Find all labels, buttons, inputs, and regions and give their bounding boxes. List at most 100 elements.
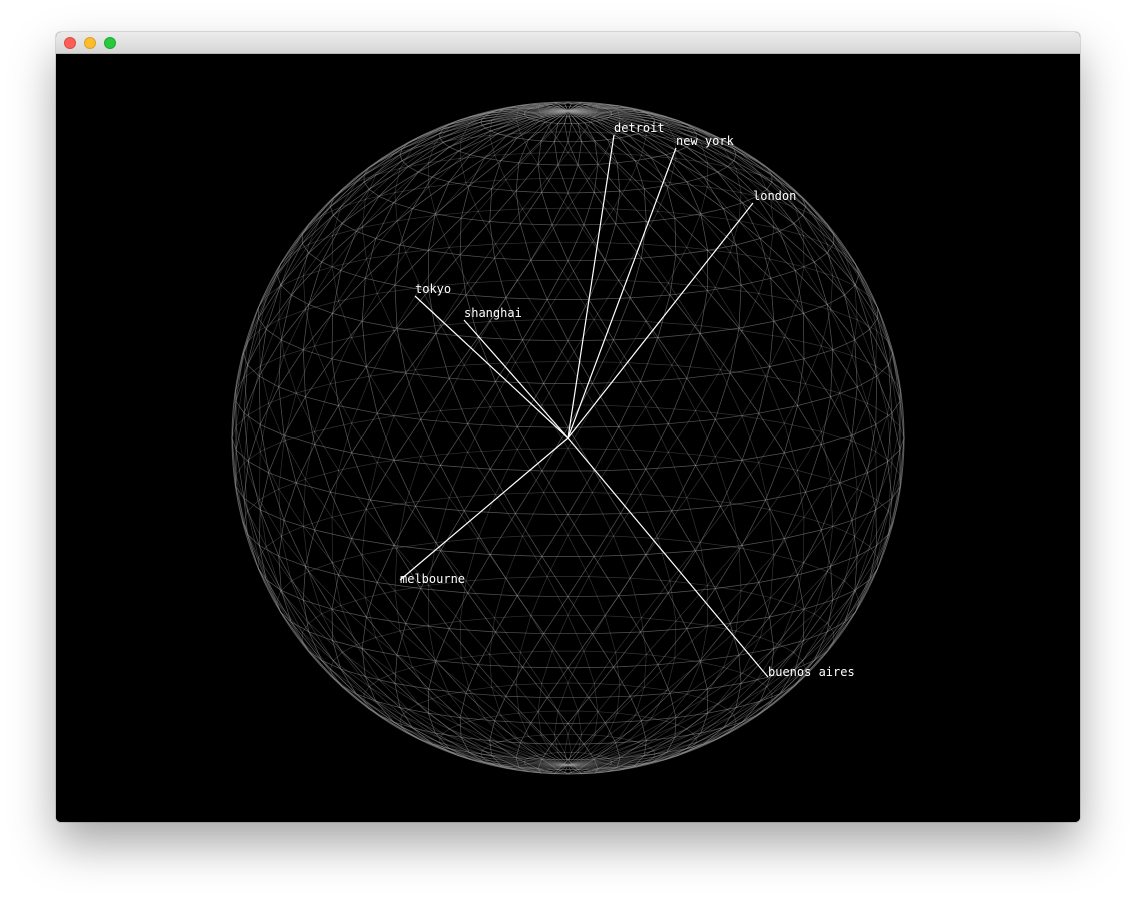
globe-edge — [583, 650, 617, 653]
globe-edge — [717, 166, 729, 173]
globe-edge — [717, 703, 729, 710]
globe-edge — [714, 372, 731, 420]
globe-edge — [539, 120, 546, 123]
globe-edge — [803, 516, 805, 563]
globe-edge — [268, 472, 285, 521]
globe-edge — [740, 277, 772, 286]
maximize-button[interactable] — [104, 37, 116, 49]
globe-edge — [459, 620, 462, 659]
globe-edge — [671, 465, 696, 512]
globe-edge — [341, 223, 357, 232]
globe-edge — [467, 554, 491, 594]
globe-edge — [699, 333, 731, 374]
globe-edge — [477, 179, 507, 212]
globe-edge — [259, 365, 269, 404]
globe-edge — [666, 185, 676, 219]
globe-edge — [577, 141, 582, 166]
globe-edge — [867, 365, 877, 404]
globe-edge — [714, 588, 731, 624]
globe-edge — [396, 220, 407, 253]
globe-edge — [364, 590, 396, 599]
globe-edge — [489, 406, 518, 450]
globe-edge — [463, 510, 516, 515]
globe-edge — [640, 494, 659, 539]
globe-edge — [645, 465, 696, 470]
globe-edge — [519, 223, 553, 226]
globe-edge — [376, 415, 395, 464]
globe-edge — [773, 554, 804, 563]
globe-edge — [604, 722, 617, 744]
globe-edge — [448, 247, 469, 284]
globe-edge — [280, 339, 304, 351]
globe-edge — [875, 375, 878, 425]
globe-edge — [460, 654, 491, 659]
globe-edge — [465, 257, 495, 296]
globe-edge — [435, 660, 467, 694]
globe-edge — [460, 185, 470, 219]
globe-edge — [515, 513, 543, 557]
globe-edge — [530, 614, 569, 617]
globe-edge — [489, 190, 517, 222]
globe-edge — [667, 423, 696, 466]
globe-edge — [803, 516, 834, 527]
globe-edge — [505, 535, 523, 579]
globe-edge — [729, 327, 740, 374]
globe-edge — [593, 470, 621, 515]
globe-edge — [396, 654, 430, 690]
globe-edge — [600, 755, 606, 758]
globe-edge — [619, 190, 647, 222]
globe-edge — [592, 633, 614, 668]
globe-edge — [368, 679, 380, 688]
globe-edge — [667, 418, 716, 425]
globe-edge — [742, 637, 761, 674]
globe-edge — [758, 582, 770, 618]
globe-edge — [813, 580, 846, 615]
globe-edge — [742, 202, 781, 232]
globe-edge — [276, 274, 281, 286]
globe-edge — [677, 724, 688, 730]
globe-edge — [494, 152, 532, 156]
globe-edge — [616, 160, 636, 164]
globe-edge — [645, 554, 669, 594]
globe-edge — [338, 538, 353, 576]
globe-edge — [546, 576, 569, 616]
globe-edge — [467, 243, 496, 284]
globe-edge — [280, 284, 292, 296]
globe-edge — [620, 468, 647, 515]
globe-edge — [331, 235, 333, 268]
globe-edge — [491, 188, 517, 192]
globe-edge — [393, 171, 419, 204]
globe-edge — [417, 171, 433, 178]
render-canvas[interactable]: detroit new york london tokyo shanghai melbou… — [56, 54, 1080, 822]
globe-edge — [519, 722, 532, 744]
globe-edge — [703, 698, 719, 705]
close-button[interactable] — [64, 37, 76, 49]
globe-edge — [396, 186, 430, 222]
globe-edge — [820, 309, 831, 347]
title-bar[interactable] — [56, 32, 1080, 54]
globe-edge — [671, 510, 696, 552]
globe-edge — [469, 720, 507, 741]
globe-edge — [500, 160, 520, 164]
globe-edge — [340, 605, 377, 638]
globe-edge — [361, 648, 366, 677]
globe-edge — [361, 199, 366, 228]
globe-edge — [477, 631, 496, 666]
globe-edge — [420, 588, 469, 594]
globe-edge — [448, 377, 469, 425]
globe-edge — [769, 470, 798, 510]
minimize-button[interactable] — [84, 37, 96, 49]
globe-edge — [440, 364, 465, 411]
globe-edge — [671, 364, 696, 411]
globe-edge — [243, 306, 259, 354]
globe-edge — [314, 444, 331, 493]
globe-edge — [699, 542, 708, 586]
globe-edge — [700, 208, 724, 215]
globe-edge — [707, 250, 742, 286]
globe-edge — [268, 355, 285, 404]
globe-edge — [393, 330, 416, 371]
globe-edge — [495, 449, 518, 495]
globe-edge — [415, 324, 441, 371]
globe-edge — [394, 590, 429, 626]
globe-edge — [366, 327, 398, 367]
